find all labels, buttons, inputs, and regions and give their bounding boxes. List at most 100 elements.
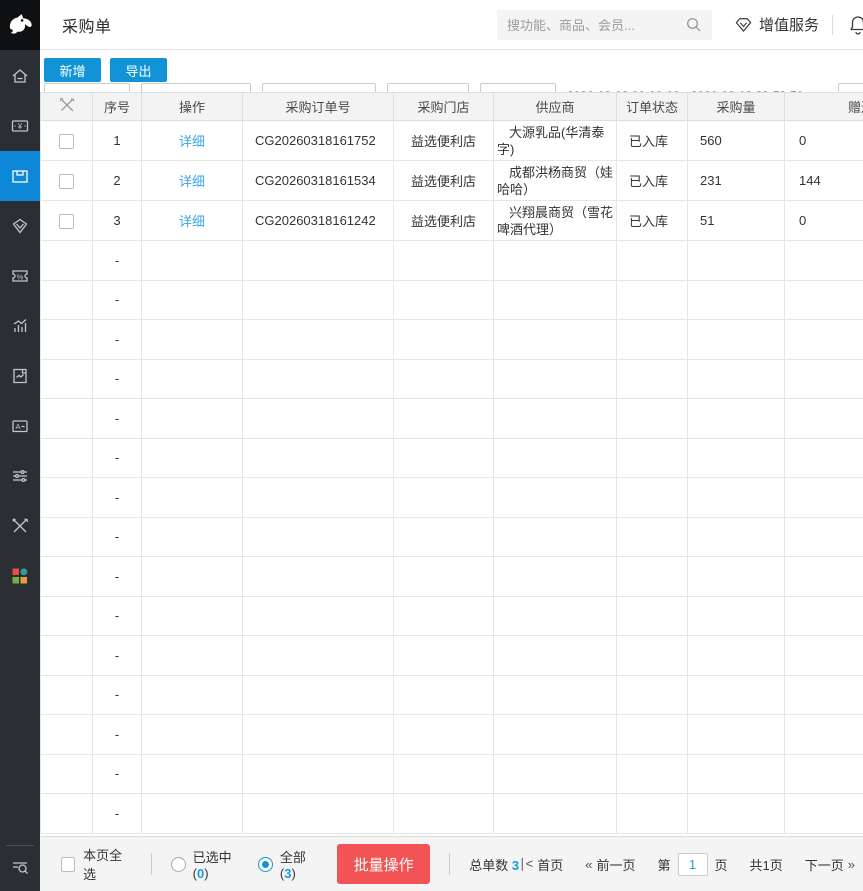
- selected-radio[interactable]: [171, 857, 186, 872]
- sidebar-item-tools[interactable]: [0, 501, 40, 551]
- sidebar-item-settings[interactable]: [0, 451, 40, 501]
- table-row-empty: -: [41, 557, 863, 597]
- header-status[interactable]: 订单状态: [617, 93, 688, 121]
- status-filter-select[interactable]: 所有状态: [44, 83, 130, 92]
- empty-cell: [785, 399, 863, 439]
- prev-page-button[interactable]: «前一页: [585, 855, 635, 874]
- sidebar-item-apps[interactable]: [0, 551, 40, 601]
- select-all-checkbox[interactable]: [61, 857, 75, 872]
- cell-order-no: CG20260318161242: [243, 201, 394, 241]
- empty-cell: [243, 715, 394, 755]
- date-from-value[interactable]: 2026-03-18 00:00:00: [567, 83, 680, 92]
- cell-index: 1: [93, 121, 142, 161]
- sidebar-item-purchase[interactable]: [0, 151, 40, 201]
- empty-cell: [688, 636, 785, 676]
- magnifier-icon[interactable]: [685, 16, 702, 33]
- empty-cell: [394, 794, 494, 834]
- empty-cell: [688, 557, 785, 597]
- export-button[interactable]: 导出: [110, 58, 167, 82]
- empty-cell: [41, 478, 93, 518]
- header-store[interactable]: 采购门店: [394, 93, 494, 121]
- empty-cell: [617, 478, 688, 518]
- empty-cell: [243, 517, 394, 557]
- empty-cell: [243, 754, 394, 794]
- page-suffix-label: 页: [715, 855, 728, 874]
- sidebar-item-cash[interactable]: ¥: [0, 101, 40, 151]
- prev-page-label: 前一页: [596, 855, 635, 874]
- column-settings-header[interactable]: [41, 93, 93, 121]
- header-supplier[interactable]: 供应商: [494, 93, 617, 121]
- time-type-select[interactable]: 制单时间: [480, 83, 556, 92]
- cell-gift-qty: 0: [785, 201, 863, 241]
- add-button[interactable]: 新增: [44, 58, 101, 82]
- all-radio-label: 全部(3): [280, 847, 319, 881]
- empty-cell: [494, 517, 617, 557]
- value-added-services-button[interactable]: 增值服务: [734, 14, 819, 35]
- empty-cell: [142, 438, 243, 478]
- batch-action-button[interactable]: 批量操作: [337, 844, 430, 884]
- empty-cell: [41, 280, 93, 320]
- topbar: 采购单 搜功能、商品、会员... 增值服务: [40, 0, 863, 50]
- empty-cell: [688, 715, 785, 755]
- header-gift-qty[interactable]: 赠送量: [785, 93, 863, 121]
- cell-index: 2: [93, 161, 142, 201]
- sidebar-item-home[interactable]: [0, 51, 40, 101]
- row-checkbox[interactable]: [59, 214, 74, 229]
- detail-link[interactable]: 详细: [179, 214, 205, 229]
- header-order-no[interactable]: 采购订单号: [243, 93, 394, 121]
- detail-link[interactable]: 详细: [179, 174, 205, 189]
- apps-grid-icon: [10, 566, 30, 586]
- store-filter-select[interactable]: 全部收货门店: [141, 83, 251, 92]
- next-page-button[interactable]: 下一页»: [805, 855, 855, 874]
- cell-status: 已入库: [617, 201, 688, 241]
- first-page-button[interactable]: ∣<首页: [519, 855, 563, 874]
- empty-cell: [41, 399, 93, 439]
- cell-order-no: CG20260318161752: [243, 121, 394, 161]
- header-qty[interactable]: 采购量: [688, 93, 785, 121]
- sidebar-item-member[interactable]: A: [0, 401, 40, 451]
- empty-cell: [394, 596, 494, 636]
- table-row-empty: -: [41, 399, 863, 439]
- date-to-value[interactable]: 2026-03-18 23:59:59: [691, 83, 804, 92]
- coupon-icon: %: [10, 266, 30, 286]
- table-row-empty: -: [41, 320, 863, 360]
- sidebar-item-report[interactable]: [0, 351, 40, 401]
- gem-icon: [734, 15, 753, 34]
- empty-cell: [243, 478, 394, 518]
- all-radio[interactable]: [258, 857, 273, 872]
- header-action[interactable]: 操作: [142, 93, 243, 121]
- sidebar-item-search[interactable]: [6, 845, 34, 887]
- total-orders-count: 3: [512, 858, 519, 873]
- header-index[interactable]: 序号: [93, 93, 142, 121]
- empty-cell: [785, 320, 863, 360]
- table-row-empty: -: [41, 478, 863, 518]
- empty-cell: [688, 794, 785, 834]
- sidebar-item-coupon[interactable]: %: [0, 251, 40, 301]
- svg-text:A: A: [15, 422, 20, 431]
- sidebar-item-marketing[interactable]: [0, 201, 40, 251]
- empty-index-cell: -: [93, 636, 142, 676]
- row-checkbox-cell: [41, 161, 93, 201]
- empty-cell: [785, 675, 863, 715]
- supplier-filter-select[interactable]: 全部供货商: [262, 83, 376, 92]
- footer-bar: 本页全选 已选中(0) 全部(3) 批量操作 总单数 3 ∣<首页 «前一页 第…: [40, 836, 863, 891]
- global-search-input[interactable]: 搜功能、商品、会员...: [497, 10, 712, 40]
- empty-cell: [142, 557, 243, 597]
- page-number-input[interactable]: [678, 853, 708, 876]
- empty-cell: [394, 557, 494, 597]
- cash-register-icon: ¥: [10, 116, 30, 136]
- empty-index-cell: -: [93, 280, 142, 320]
- row-checkbox[interactable]: [59, 134, 74, 149]
- keyword-filter-input[interactable]: 采购订单号: [838, 83, 863, 92]
- sidebar-item-stats[interactable]: [0, 301, 40, 351]
- notifications-button[interactable]: [846, 10, 863, 40]
- table-header-row: 序号 操作 采购订单号 采购门店 供应商 订单状态 采购量 赠送量: [41, 93, 863, 121]
- app-logo[interactable]: [0, 0, 40, 50]
- empty-cell: [494, 715, 617, 755]
- detail-link[interactable]: 详细: [179, 134, 205, 149]
- cell-action: 详细: [142, 201, 243, 241]
- sidebar: ¥ %: [0, 0, 40, 891]
- report-clipboard-icon: [10, 366, 30, 386]
- creator-filter-select[interactable]: 全部制单员: [387, 83, 469, 92]
- row-checkbox[interactable]: [59, 174, 74, 189]
